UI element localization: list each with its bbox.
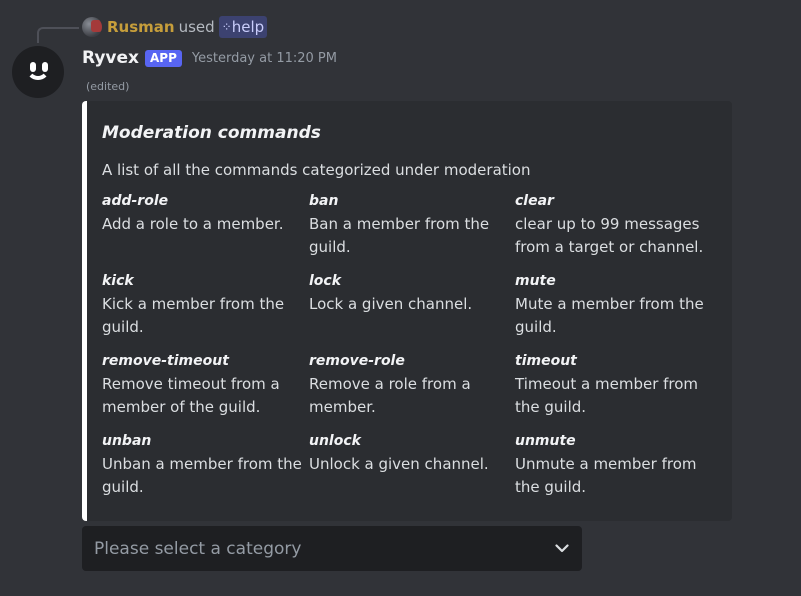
reply-avatar[interactable] (82, 17, 102, 37)
field-name: clear (515, 193, 554, 209)
embed: Moderation commands A list of all the co… (82, 101, 732, 521)
embed-field: unmute Unmute a member from the guild. (515, 431, 720, 499)
embed-field: add-role Add a role to a member. (102, 191, 307, 236)
field-name: timeout (515, 353, 577, 369)
field-value: Mute a member from the guild. (515, 295, 704, 336)
avatar-smile (26, 68, 50, 80)
field-value: Timeout a member from the guild. (515, 375, 699, 416)
reply-username[interactable]: Rusman (107, 18, 175, 36)
field-value: Lock a given channel. (309, 295, 473, 313)
field-name: mute (515, 273, 556, 289)
chevron-down-icon[interactable] (554, 541, 570, 557)
field-name: remove-timeout (102, 353, 229, 369)
embed-field: timeout Timeout a member from the guild. (515, 351, 720, 419)
app-command-icon: ⁘ (221, 20, 232, 34)
field-value: Add a role to a member. (102, 215, 284, 233)
embed-field: unlock Unlock a given channel. (309, 431, 514, 476)
field-name: ban (309, 193, 339, 209)
field-value: Remove timeout from a member of the guil… (102, 375, 280, 416)
embed-field: ban Ban a member from the guild. (309, 191, 514, 259)
field-value: Remove a role from a member. (309, 375, 471, 416)
bot-avatar[interactable] (12, 46, 64, 98)
field-name: unmute (515, 433, 576, 449)
embed-field: lock Lock a given channel. (309, 271, 514, 316)
field-value: Unban a member from the guild. (102, 455, 302, 496)
author-name[interactable]: Ryvex (82, 48, 139, 68)
field-name: kick (102, 273, 134, 289)
edited-label: (edited) (86, 80, 130, 93)
app-badge: APP (145, 49, 182, 67)
field-name: lock (309, 273, 342, 289)
message-header: Ryvex APP Yesterday at 11:20 PM (82, 46, 337, 70)
embed-title: Moderation commands (102, 123, 321, 143)
field-value: clear up to 99 messages from a target or… (515, 215, 704, 256)
field-name: remove-role (309, 353, 405, 369)
field-value: Unmute a member from the guild. (515, 455, 697, 496)
message-timestamp[interactable]: Yesterday at 11:20 PM (192, 51, 337, 66)
embed-field: remove-role Remove a role from a member. (309, 351, 514, 419)
category-select[interactable]: Please select a category (82, 526, 582, 571)
command-name: help (231, 18, 265, 36)
command-mention[interactable]: ⁘ help (218, 16, 268, 38)
field-name: unban (102, 433, 152, 449)
embed-description: A list of all the commands categorized u… (102, 161, 531, 179)
embed-field: kick Kick a member from the guild. (102, 271, 307, 339)
embed-field: unban Unban a member from the guild. (102, 431, 307, 499)
field-name: add-role (102, 193, 169, 209)
embed-field: clear clear up to 99 messages from a tar… (515, 191, 720, 259)
reply-context[interactable]: Rusman used ⁘ help (82, 15, 268, 39)
field-name: unlock (309, 433, 361, 449)
reply-used-text: used (178, 18, 215, 36)
field-value: Kick a member from the guild. (102, 295, 285, 336)
embed-field: mute Mute a member from the guild. (515, 271, 720, 339)
select-placeholder: Please select a category (94, 538, 302, 559)
field-value: Unlock a given channel. (309, 455, 489, 473)
field-value: Ban a member from the guild. (309, 215, 490, 256)
reply-connector (37, 27, 79, 43)
embed-field: remove-timeout Remove timeout from a mem… (102, 351, 307, 419)
